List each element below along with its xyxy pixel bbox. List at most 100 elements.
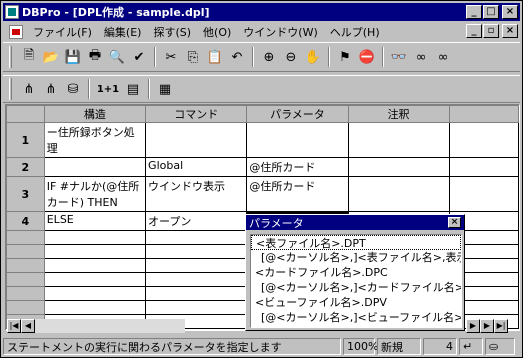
print-icon[interactable]: 🖶: [84, 46, 106, 68]
menu-bar: ファイル(F) 編集(E) 探す(S) 他(O) ウインドウ(W) ヘルプ(H)…: [3, 22, 520, 41]
menu-file[interactable]: ファイル(F): [27, 24, 98, 40]
cell-command[interactable]: オープン: [145, 211, 248, 231]
zoom-in-icon[interactable]: ⊕: [258, 46, 280, 68]
row-header[interactable]: [6, 244, 45, 259]
popup-close-button[interactable]: ×: [448, 217, 461, 228]
doc-minimize-button[interactable]: _: [466, 24, 482, 38]
hand-icon[interactable]: ✋: [302, 46, 324, 68]
scroll-right-icon[interactable]: ▶: [466, 319, 480, 333]
app-window: DBPro - [DPL作成 - sample.dpl] _ □ × ファイル(…: [0, 0, 523, 358]
toolbar-separator: [88, 79, 90, 99]
minimize-button[interactable]: _: [466, 5, 482, 19]
menu-search[interactable]: 探す(S): [147, 24, 197, 40]
parameter-list[interactable]: <表ファイル名>.DPT [@<カーソル名>,]<表ファイル名>,表示順 <カー…: [250, 234, 462, 328]
status-row: 4: [423, 338, 457, 355]
cell-command[interactable]: ウインドウ表示: [145, 176, 248, 212]
cell-structure[interactable]: ELSE: [43, 211, 147, 231]
flag-icon[interactable]: ⚑: [334, 46, 356, 68]
cell-command[interactable]: Global: [145, 157, 248, 177]
cell-annotation[interactable]: [347, 122, 450, 158]
new-icon[interactable]: 🗎: [18, 46, 40, 68]
row-header[interactable]: 2: [6, 157, 45, 177]
popup-title[interactable]: パラメータ: [246, 215, 464, 230]
cut-icon[interactable]: ✂: [160, 46, 182, 68]
toolbar-separator: [328, 47, 330, 67]
menu-help[interactable]: ヘルプ(H): [324, 24, 386, 40]
cell-structure[interactable]: IF #ナルか(@住所カード) THEN: [43, 176, 147, 212]
doc-list-icon[interactable]: ▤: [122, 78, 144, 100]
cell-parameter[interactable]: [246, 122, 349, 158]
cell-command[interactable]: [145, 122, 248, 158]
left-hscrollbar[interactable]: |◀ ◀: [7, 319, 185, 333]
maximize-button[interactable]: □: [483, 5, 499, 19]
cell-structure[interactable]: ー住所録ボタン処理: [43, 122, 147, 158]
stop-icon[interactable]: ⛔: [356, 46, 378, 68]
cell-parameter[interactable]: @住所カード: [246, 157, 349, 177]
parameter-item[interactable]: <ビューファイル名>.DPV: [251, 295, 461, 310]
menu-window[interactable]: ウインドウ(W): [237, 24, 323, 40]
parameter-item[interactable]: <カードファイル名>.DPC: [251, 265, 461, 280]
row-header[interactable]: 3: [6, 176, 45, 212]
grid-corner[interactable]: [6, 105, 45, 123]
onetoone-icon[interactable]: 1+1: [94, 78, 122, 100]
enter-direction-icon[interactable]: ↵: [459, 338, 483, 355]
paste-icon[interactable]: 📋: [204, 46, 226, 68]
doc-close-button[interactable]: ×: [502, 24, 518, 38]
menu-other[interactable]: 他(O): [197, 24, 237, 40]
find-next-icon[interactable]: ∞: [410, 46, 432, 68]
status-zoom: 100%: [343, 338, 378, 355]
toolbar-gripper[interactable]: [9, 46, 12, 68]
toolbar2-gripper[interactable]: [9, 78, 12, 100]
open-icon[interactable]: 📂: [40, 46, 62, 68]
copy-icon[interactable]: ⎘: [182, 46, 204, 68]
close-button[interactable]: ×: [502, 5, 518, 19]
menu-edit[interactable]: 編集(E): [98, 24, 148, 40]
grid-icon[interactable]: ▦: [154, 78, 176, 100]
row-header[interactable]: 4: [6, 211, 45, 231]
cell-parameter[interactable]: @住所カード: [246, 176, 349, 212]
db-icon[interactable]: ⛁: [62, 78, 84, 100]
window-title: DBPro - [DPL作成 - sample.dpl]: [22, 6, 210, 19]
row-header[interactable]: [6, 230, 45, 245]
scroll-last-icon[interactable]: ▶|: [494, 319, 508, 333]
row-header[interactable]: [6, 286, 45, 301]
find-prev-icon[interactable]: ∞: [432, 46, 454, 68]
row-header[interactable]: 1: [6, 122, 45, 158]
scroll-track[interactable]: [35, 319, 185, 333]
tree-icon[interactable]: ⋔: [18, 78, 40, 100]
main-toolbar: 🗎 📂 💾 🖶 🔍 ✔ ✂ ⎘ 📋 ↶ ⊕ ⊖ ✋ ⚑ ⛔ 👓 ∞ ∞: [3, 42, 520, 72]
parameter-popup: パラメータ × <表ファイル名>.DPT [@<カーソル名>,]<表ファイル名>…: [245, 214, 465, 331]
zoom-out-icon[interactable]: ⊖: [280, 46, 302, 68]
toolbar-separator: [154, 47, 156, 67]
doc-restore-button[interactable]: ▫: [483, 24, 499, 38]
cell-structure[interactable]: [43, 157, 147, 177]
preview-icon[interactable]: 🔍: [106, 46, 128, 68]
cell-annotation[interactable]: [347, 176, 450, 212]
scroll-left-icon[interactable]: ◀: [21, 319, 35, 333]
header-structure[interactable]: 構造: [43, 105, 147, 123]
scroll-right2-icon[interactable]: ▶: [480, 319, 494, 333]
tree2-icon[interactable]: ⋔: [40, 78, 62, 100]
header-annotation[interactable]: 注釈: [347, 105, 450, 123]
header-parameter[interactable]: パラメータ: [246, 105, 349, 123]
scroll-first-icon[interactable]: |◀: [7, 319, 21, 333]
parameter-item[interactable]: [@<カーソル名>,]<カードファイル名>,対象: [251, 280, 461, 295]
parameter-item[interactable]: <表ファイル名>.DPT: [251, 235, 461, 250]
header-blank: [448, 105, 519, 123]
parameter-item[interactable]: [@<カーソル名>,]<表ファイル名>,表示順: [251, 250, 461, 265]
check-icon[interactable]: ✔: [128, 46, 150, 68]
header-command[interactable]: コマンド: [145, 105, 248, 123]
undo-icon[interactable]: ↶: [226, 46, 248, 68]
binoculars-icon[interactable]: 👓: [388, 46, 410, 68]
row-header[interactable]: [6, 258, 45, 273]
row-header[interactable]: [6, 272, 45, 287]
secondary-toolbar: ⋔ ⋔ ⛁ 1+1 ▤ ▦: [3, 75, 520, 103]
document-icon[interactable]: [9, 24, 23, 39]
status-message: ステートメントの実行に関わるパラメータを指定します: [3, 338, 341, 355]
parameter-item[interactable]: [@<カーソル名>,]<ビューファイル名>,表示: [251, 310, 461, 325]
toolbar-separator: [148, 79, 150, 99]
save-icon[interactable]: 💾: [62, 46, 84, 68]
cell-annotation[interactable]: [347, 157, 450, 177]
right-hscrollbar[interactable]: ▶ ▶ ▶|: [466, 319, 508, 333]
row-header[interactable]: [6, 300, 45, 315]
